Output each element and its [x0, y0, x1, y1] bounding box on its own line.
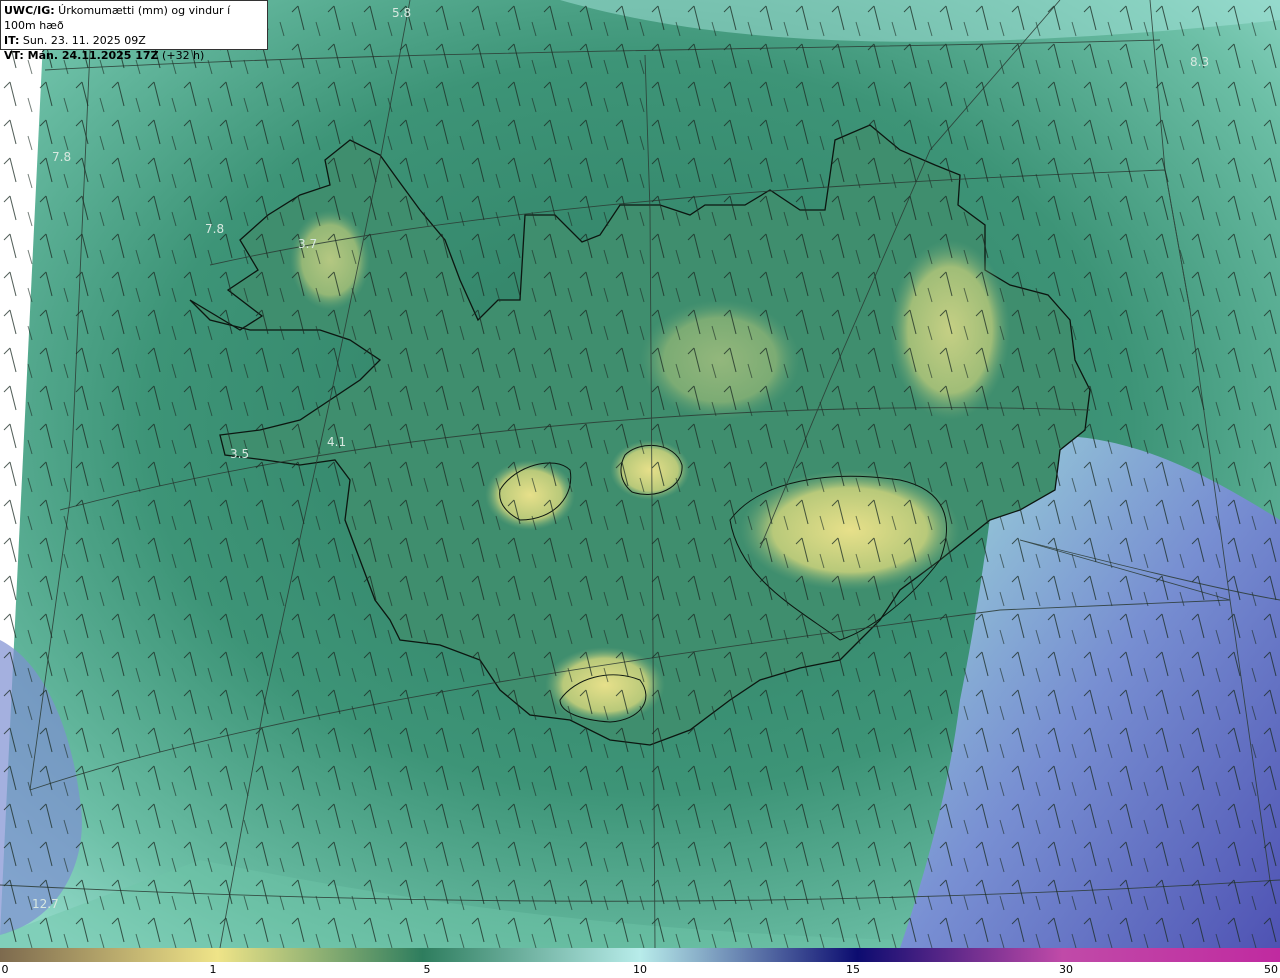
- colorbar-tick-label: 5: [423, 963, 431, 976]
- header-init-time: Sun. 23. 11. 2025 09Z: [19, 34, 146, 47]
- map-value-label: 7.8: [205, 222, 224, 236]
- colorbar-tick-label: 10: [633, 963, 647, 976]
- wind-barb-icon: [0, 0, 1280, 948]
- colorbar-tick-label: 30: [1059, 963, 1073, 976]
- precipitation-map: 5.8 8.3 7.8 7.8 3.7 4.1 3.5 12.7: [0, 0, 1280, 948]
- colorbar: [0, 948, 1280, 962]
- header-init-label: IT:: [4, 34, 20, 47]
- map-value-label: 5.8: [392, 6, 411, 20]
- header-product: UWC/IG:: [4, 4, 55, 17]
- map-value-label: 7.8: [52, 150, 71, 164]
- map-value-label: 3.7: [298, 237, 317, 251]
- map-value-label: 3.5: [230, 447, 249, 461]
- map-value-label: 12.7: [32, 897, 59, 911]
- colorbar-tick-label: 15: [846, 963, 860, 976]
- map-header: UWC/IG: Úrkomumætti (mm) og vindur í 100…: [0, 0, 268, 62]
- colorbar-tick-label: 1: [209, 963, 217, 976]
- map-value-label: 8.3: [1190, 55, 1209, 69]
- header-valid-time: VT: Mán. 24.11.2025 17Z: [4, 49, 159, 62]
- colorbar-ticks: 0 1 5 10 15 30 50: [0, 962, 1280, 978]
- colorbar-tick-label: 50: [1264, 963, 1278, 976]
- header-lead-time: (+32 h): [158, 49, 205, 62]
- map-value-label: 4.1: [327, 435, 346, 449]
- colorbar-tick-label: 0: [1, 963, 9, 976]
